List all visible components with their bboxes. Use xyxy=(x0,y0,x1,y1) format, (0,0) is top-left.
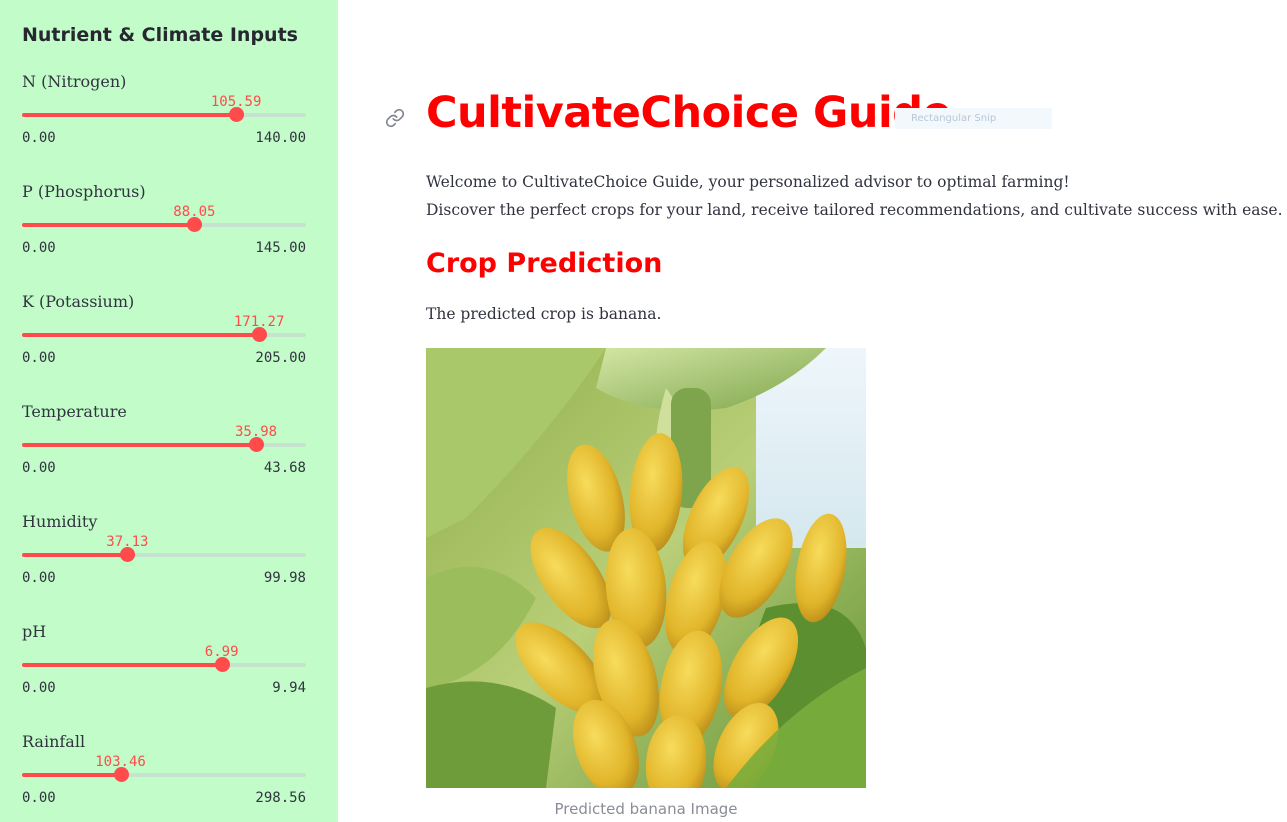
intro-text: Welcome to CultivateChoice Guide, your p… xyxy=(426,168,1283,224)
slider-track[interactable] xyxy=(22,767,306,782)
slider-fill xyxy=(22,223,195,227)
slider-fill xyxy=(22,113,237,117)
intro-line-2: Discover the perfect crops for your land… xyxy=(426,201,1283,219)
slider-label: Humidity xyxy=(22,512,98,531)
slider-label: K (Potassium) xyxy=(22,292,135,311)
slider-track[interactable] xyxy=(22,107,306,122)
snip-overlay-label: Rectangular Snip xyxy=(895,108,1052,129)
banana-bunch-image xyxy=(426,348,866,788)
section-heading: Crop Prediction xyxy=(426,248,663,279)
slider-thumb[interactable] xyxy=(113,767,129,782)
sidebar-title: Nutrient & Climate Inputs xyxy=(22,24,298,46)
slider-label: Rainfall xyxy=(22,732,86,751)
slider-track[interactable] xyxy=(22,437,306,452)
slider-max: 9.94 xyxy=(272,680,306,696)
slider-max: 140.00 xyxy=(255,130,306,146)
slider-max: 298.56 xyxy=(255,790,306,806)
slider-min: 0.00 xyxy=(22,680,56,696)
slider-label: N (Nitrogen) xyxy=(22,72,127,91)
slider-min: 0.00 xyxy=(22,130,56,146)
slider-label: P (Phosphorus) xyxy=(22,182,146,201)
slider-track[interactable] xyxy=(22,217,306,232)
slider-max: 205.00 xyxy=(255,350,306,366)
image-caption: Predicted banana Image xyxy=(554,800,738,818)
slider-thumb[interactable] xyxy=(120,547,136,562)
page-title: CultivateChoice Guide xyxy=(426,88,952,138)
slider-min: 0.00 xyxy=(22,790,56,806)
slider-phosphorus[interactable]: P (Phosphorus) 88.05 0.00 145.00 xyxy=(22,182,306,282)
link-icon[interactable] xyxy=(385,108,405,128)
slider-temperature[interactable]: Temperature 35.98 0.00 43.68 xyxy=(22,402,306,502)
slider-fill xyxy=(22,773,121,777)
slider-min: 0.00 xyxy=(22,240,56,256)
intro-line-1: Welcome to CultivateChoice Guide, your p… xyxy=(426,173,1070,191)
slider-label: pH xyxy=(22,622,47,641)
main-content: CultivateChoice Guide Rectangular Snip W… xyxy=(338,0,1287,822)
slider-min: 0.00 xyxy=(22,350,56,366)
slider-nitrogen[interactable]: N (Nitrogen) 105.59 0.00 140.00 xyxy=(22,72,306,172)
sidebar: Nutrient & Climate Inputs N (Nitrogen) 1… xyxy=(0,0,338,822)
slider-potassium[interactable]: K (Potassium) 171.27 0.00 205.00 xyxy=(22,292,306,392)
slider-ph[interactable]: pH 6.99 0.00 9.94 xyxy=(22,622,306,722)
slider-fill xyxy=(22,553,128,557)
slider-rainfall[interactable]: Rainfall 103.46 0.00 298.56 xyxy=(22,732,306,822)
slider-thumb[interactable] xyxy=(187,217,203,232)
slider-track[interactable] xyxy=(22,657,306,672)
slider-thumb[interactable] xyxy=(252,327,268,342)
slider-fill xyxy=(22,663,222,667)
slider-max: 43.68 xyxy=(263,460,306,476)
slider-min: 0.00 xyxy=(22,460,56,476)
slider-max: 99.98 xyxy=(263,570,306,586)
slider-thumb[interactable] xyxy=(229,107,245,122)
slider-humidity[interactable]: Humidity 37.13 0.00 99.98 xyxy=(22,512,306,612)
slider-label: Temperature xyxy=(22,402,127,421)
slider-fill xyxy=(22,443,257,447)
slider-min: 0.00 xyxy=(22,570,56,586)
slider-track[interactable] xyxy=(22,327,306,342)
slider-track[interactable] xyxy=(22,547,306,562)
slider-thumb[interactable] xyxy=(249,437,265,452)
slider-max: 145.00 xyxy=(255,240,306,256)
slider-thumb[interactable] xyxy=(214,657,230,672)
slider-fill xyxy=(22,333,260,337)
prediction-text: The predicted crop is banana. xyxy=(426,305,662,323)
